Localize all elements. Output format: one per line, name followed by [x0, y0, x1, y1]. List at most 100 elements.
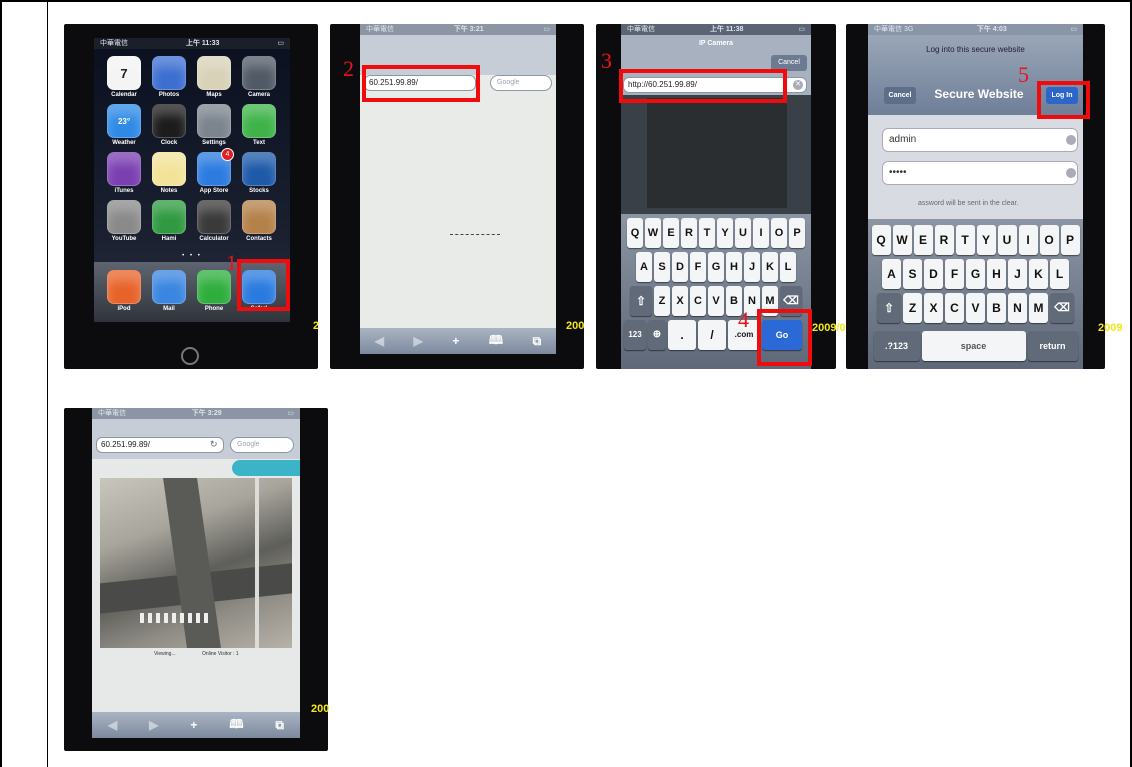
key-a[interactable]: A: [882, 259, 901, 289]
search-field[interactable]: Google: [490, 75, 552, 91]
forward-icon[interactable]: ▶: [414, 334, 423, 348]
key-t[interactable]: T: [955, 225, 975, 255]
bookmarks-icon[interactable]: 🕮: [229, 715, 243, 736]
key-v[interactable]: V: [966, 293, 985, 323]
password-field[interactable]: •••••: [882, 161, 1078, 185]
shift-key[interactable]: ⇧: [877, 293, 901, 323]
key-t[interactable]: T: [699, 218, 715, 248]
key-n[interactable]: N: [1008, 293, 1027, 323]
key-q[interactable]: Q: [871, 225, 891, 255]
pages-icon[interactable]: ⧉: [275, 718, 284, 733]
app-stocks[interactable]: Stocks: [242, 152, 276, 194]
key-j[interactable]: J: [1008, 259, 1027, 289]
key-l[interactable]: L: [780, 252, 796, 282]
app-maps[interactable]: Maps: [197, 56, 231, 98]
return-key[interactable]: return: [1027, 331, 1078, 361]
key-o[interactable]: O: [771, 218, 787, 248]
home-button[interactable]: [181, 347, 199, 365]
username-field[interactable]: admin: [882, 128, 1078, 152]
key-l[interactable]: L: [1050, 259, 1069, 289]
key-b[interactable]: B: [987, 293, 1006, 323]
key-o[interactable]: O: [1039, 225, 1059, 255]
key-h[interactable]: H: [987, 259, 1006, 289]
key-z[interactable]: Z: [654, 286, 670, 316]
key-w[interactable]: W: [645, 218, 661, 248]
clear-icon[interactable]: [1066, 168, 1076, 178]
key-j[interactable]: J: [744, 252, 760, 282]
key-p[interactable]: P: [789, 218, 805, 248]
app-notes[interactable]: Notes: [152, 152, 186, 194]
key-k[interactable]: K: [1029, 259, 1048, 289]
key-d[interactable]: D: [672, 252, 688, 282]
key-y[interactable]: Y: [976, 225, 996, 255]
url-field[interactable]: 60.251.99.89/: [96, 437, 224, 453]
search-field[interactable]: Google: [230, 437, 294, 453]
cancel-button[interactable]: Cancel: [884, 87, 916, 104]
key-s[interactable]: S: [654, 252, 670, 282]
clear-icon[interactable]: ✕: [793, 80, 803, 90]
key-z[interactable]: Z: [903, 293, 922, 323]
app-weather[interactable]: 23° Weather: [107, 104, 141, 146]
dot-key[interactable]: .: [668, 320, 696, 350]
app-settings[interactable]: Settings: [197, 104, 231, 146]
key-p[interactable]: P: [1060, 225, 1080, 255]
key-q[interactable]: Q: [627, 218, 643, 248]
app-contacts[interactable]: Contacts: [242, 200, 276, 242]
dock-phone[interactable]: Phone: [197, 270, 231, 312]
app-calendar[interactable]: 7 Calendar: [107, 56, 141, 98]
key-a[interactable]: A: [636, 252, 652, 282]
app-itunes[interactable]: iTunes: [107, 152, 141, 194]
key-e[interactable]: E: [913, 225, 933, 255]
app-label: Notes: [160, 188, 178, 194]
key-e[interactable]: E: [663, 218, 679, 248]
key-s[interactable]: S: [903, 259, 922, 289]
app-app-store[interactable]: 4 App Store: [197, 148, 234, 194]
key-h[interactable]: H: [726, 252, 742, 282]
key-f[interactable]: F: [945, 259, 964, 289]
space-key[interactable]: space: [921, 331, 1026, 361]
key-x[interactable]: X: [924, 293, 943, 323]
numbers-key[interactable]: .?123: [873, 331, 920, 361]
dock-ipod[interactable]: iPod: [107, 270, 141, 312]
key-c[interactable]: C: [690, 286, 706, 316]
app-calculator[interactable]: Calculator: [197, 200, 231, 242]
bookmarks-icon[interactable]: 🕮: [489, 331, 503, 352]
app-youtube[interactable]: YouTube: [107, 200, 141, 242]
globe-icon[interactable]: ⊕: [648, 320, 666, 350]
key-u[interactable]: U: [997, 225, 1017, 255]
forward-icon[interactable]: ▶: [149, 718, 158, 732]
back-icon[interactable]: ◀: [108, 718, 117, 732]
pages-icon[interactable]: ⧉: [533, 334, 542, 349]
app-photos[interactable]: Photos: [152, 56, 186, 98]
reload-icon[interactable]: ↻: [210, 439, 218, 450]
add-icon[interactable]: +: [190, 718, 197, 732]
key-v[interactable]: V: [708, 286, 724, 316]
key-i[interactable]: I: [1018, 225, 1038, 255]
key-c[interactable]: C: [945, 293, 964, 323]
key-m[interactable]: M: [1029, 293, 1048, 323]
app-hami[interactable]: Hami: [152, 200, 186, 242]
key-y[interactable]: Y: [717, 218, 733, 248]
key-r[interactable]: R: [934, 225, 954, 255]
app-text[interactable]: Text: [242, 104, 276, 146]
clear-icon[interactable]: [1066, 135, 1076, 145]
key-g[interactable]: G: [966, 259, 985, 289]
backspace-key[interactable]: ⌫: [1050, 293, 1074, 323]
app-camera[interactable]: Camera: [242, 56, 276, 98]
key-g[interactable]: G: [708, 252, 724, 282]
key-k[interactable]: K: [762, 252, 778, 282]
back-icon[interactable]: ◀: [375, 334, 384, 348]
add-icon[interactable]: +: [452, 334, 459, 348]
key-x[interactable]: X: [672, 286, 688, 316]
dock-mail[interactable]: Mail: [152, 270, 186, 312]
numbers-key[interactable]: 123: [624, 320, 646, 350]
key-u[interactable]: U: [735, 218, 751, 248]
key-w[interactable]: W: [892, 225, 912, 255]
key-d[interactable]: D: [924, 259, 943, 289]
key-f[interactable]: F: [690, 252, 706, 282]
slash-key[interactable]: /: [698, 320, 726, 350]
key-r[interactable]: R: [681, 218, 697, 248]
shift-key[interactable]: ⇧: [630, 286, 652, 316]
key-i[interactable]: I: [753, 218, 769, 248]
app-clock[interactable]: Clock: [152, 104, 186, 146]
